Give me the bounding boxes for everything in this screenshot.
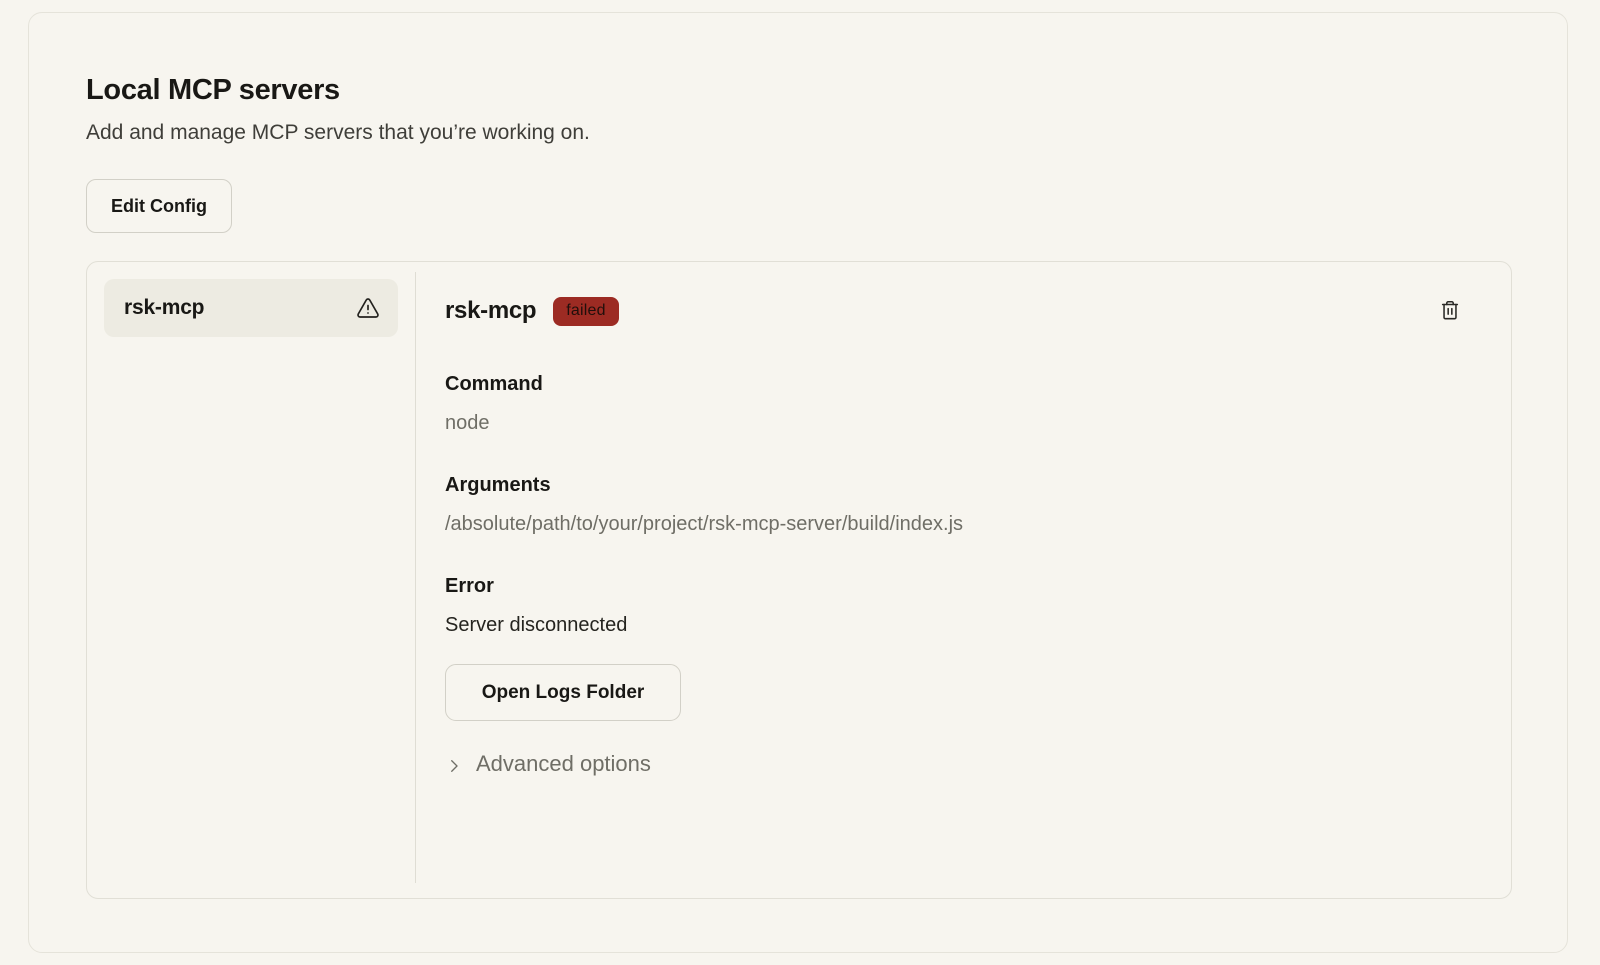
status-badge: failed — [553, 297, 618, 326]
field-arguments-value: /absolute/path/to/your/project/rsk-mcp-s… — [445, 512, 1463, 537]
edit-config-button[interactable]: Edit Config — [86, 179, 232, 233]
advanced-options-label: Advanced options — [476, 751, 651, 777]
field-command-value: node — [445, 411, 1463, 436]
page-subtitle: Add and manage MCP servers that you’re w… — [86, 119, 1567, 147]
field-error: Error Server disconnected — [445, 574, 1463, 638]
server-card: rsk-mcp rsk-mcp failed — [86, 261, 1512, 899]
chevron-right-icon — [445, 755, 463, 773]
server-list-item-rsk-mcp[interactable]: rsk-mcp — [104, 279, 398, 337]
local-mcp-servers-panel: Local MCP servers Add and manage MCP ser… — [28, 12, 1568, 953]
server-list: rsk-mcp — [87, 262, 415, 898]
field-command: Command node — [445, 372, 1463, 436]
server-list-item-label: rsk-mcp — [124, 296, 204, 320]
panel-content: Local MCP servers Add and manage MCP ser… — [29, 13, 1567, 899]
open-logs-folder-button[interactable]: Open Logs Folder — [445, 664, 681, 721]
page-title: Local MCP servers — [86, 73, 1567, 107]
advanced-options-toggle[interactable]: Advanced options — [445, 751, 651, 777]
field-arguments: Arguments /absolute/path/to/your/project… — [445, 473, 1463, 537]
server-detail-panel: rsk-mcp failed — [416, 262, 1511, 898]
field-command-label: Command — [445, 372, 1463, 396]
server-detail-header: rsk-mcp failed — [445, 296, 1463, 326]
warning-icon — [356, 296, 380, 320]
field-error-label: Error — [445, 574, 1463, 598]
delete-server-button[interactable] — [1437, 298, 1463, 324]
field-arguments-label: Arguments — [445, 473, 1463, 497]
field-error-value: Server disconnected — [445, 613, 1463, 638]
server-name-heading: rsk-mcp — [445, 297, 536, 325]
trash-icon — [1439, 298, 1461, 325]
